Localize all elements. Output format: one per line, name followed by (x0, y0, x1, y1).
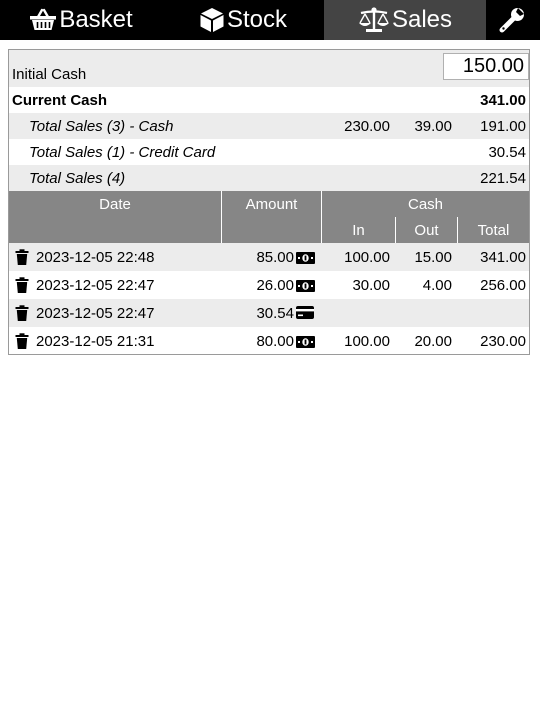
tab-basket[interactable]: Basket (0, 0, 162, 40)
current-cash-value: 341.00 (480, 92, 526, 109)
row-date: 2023-12-05 21:31 (36, 333, 155, 350)
row-cash-out: 20.00 (414, 333, 452, 350)
tab-settings[interactable] (486, 0, 540, 40)
trash-icon[interactable] (15, 305, 29, 326)
row-amount: 80.00 (256, 333, 294, 350)
initial-cash-label: Initial Cash (12, 66, 87, 83)
tab-basket-label: Basket (59, 6, 133, 33)
row-cash-out: 15.00 (414, 249, 452, 266)
credit-card-icon (296, 306, 314, 324)
row-date: 2023-12-05 22:48 (36, 249, 155, 266)
total-sales-card-total: 30.54 (488, 144, 526, 161)
total-sales-row: Total Sales (4) 221.54 (9, 165, 529, 191)
total-sales-total: 221.54 (480, 170, 526, 187)
table-row: 2023-12-05 22:47 30.54 (9, 299, 529, 327)
trash-icon[interactable] (15, 249, 29, 270)
top-nav: Basket Stock Sales (0, 0, 540, 40)
row-date: 2023-12-05 22:47 (36, 305, 155, 322)
scale-icon (358, 7, 390, 33)
header-divider (221, 191, 222, 243)
table-row: 2023-12-05 22:47 26.00 30.00 4.00 256.00 (9, 271, 529, 299)
box-icon (199, 7, 225, 33)
column-header-date[interactable]: Date (9, 196, 221, 213)
current-cash-label: Current Cash (12, 92, 108, 109)
column-header-out[interactable]: Out (396, 222, 457, 239)
current-cash-row: Current Cash 341.00 (9, 87, 529, 113)
tab-stock[interactable]: Stock (162, 0, 324, 40)
cash-icon (296, 335, 315, 353)
trash-icon[interactable] (15, 277, 29, 298)
header-divider (321, 191, 322, 243)
header-divider (457, 217, 458, 243)
trash-icon[interactable] (15, 333, 29, 354)
row-cash-in: 100.00 (344, 249, 390, 266)
row-cash-out: 4.00 (422, 277, 452, 294)
tab-sales[interactable]: Sales (324, 0, 486, 40)
cash-icon (296, 251, 315, 269)
total-sales-cash-out: 39.00 (414, 118, 452, 135)
row-cash-total: 341.00 (480, 249, 526, 266)
column-header-cash: Cash (407, 196, 444, 213)
total-sales-card-label: Total Sales (1) - Credit Card (29, 144, 216, 161)
basket-icon (29, 8, 57, 32)
wrench-icon (499, 7, 525, 33)
total-sales-cash-row: Total Sales (3) - Cash 230.00 39.00 191.… (9, 113, 529, 139)
row-cash-in: 30.00 (352, 277, 390, 294)
column-header-total[interactable]: Total (458, 222, 529, 239)
total-sales-cash-total: 191.00 (480, 118, 526, 135)
table-row: 2023-12-05 22:48 85.00 100.00 15.00 341.… (9, 243, 529, 271)
row-cash-in: 100.00 (344, 333, 390, 350)
tab-stock-label: Stock (226, 6, 288, 33)
sales-summary-card: Initial Cash Current Cash 341.00 Total S… (8, 49, 530, 355)
row-cash-total: 256.00 (480, 277, 526, 294)
tab-sales-label: Sales (391, 6, 453, 33)
row-amount: 85.00 (256, 249, 294, 266)
column-header-in[interactable]: In (322, 222, 395, 239)
sales-table-header: Date Amount Cash In Out Total (9, 191, 529, 243)
header-divider (395, 217, 396, 243)
total-sales-card-row: Total Sales (1) - Credit Card 30.54 (9, 139, 529, 165)
total-sales-cash-label: Total Sales (3) - Cash (29, 118, 174, 135)
row-cash-total: 230.00 (480, 333, 526, 350)
initial-cash-row: Initial Cash (9, 50, 529, 87)
table-row: 2023-12-05 21:31 80.00 100.00 20.00 230.… (9, 327, 529, 354)
row-amount: 26.00 (256, 277, 294, 294)
row-amount: 30.54 (256, 305, 294, 322)
total-sales-label: Total Sales (4) (29, 170, 126, 187)
row-date: 2023-12-05 22:47 (36, 277, 155, 294)
column-header-amount[interactable]: Amount (222, 196, 321, 213)
cash-icon (296, 279, 315, 297)
initial-cash-input[interactable] (443, 53, 529, 80)
total-sales-cash-in: 230.00 (344, 118, 390, 135)
